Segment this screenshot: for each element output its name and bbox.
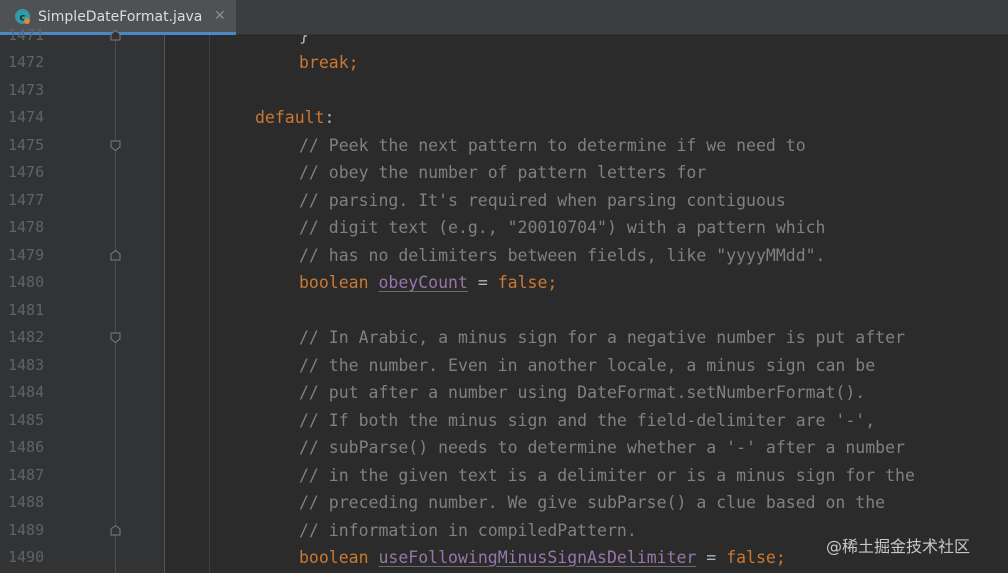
- code-line: default:: [255, 104, 334, 132]
- code-comment: // obey the number of pattern letters fo…: [299, 163, 707, 182]
- code-text: =: [696, 548, 727, 567]
- code-comment: // put after a number using DateFormat.s…: [299, 383, 866, 402]
- line-number: 1488: [8, 493, 45, 511]
- code-line: // put after a number using DateFormat.s…: [299, 379, 865, 407]
- code-line: boolean obeyCount = false;: [299, 269, 557, 297]
- code-keyword: ;: [348, 53, 359, 72]
- code-line: // Peek the next pattern to determine if…: [299, 132, 806, 160]
- code-line: // the number. Even in another locale, a…: [299, 352, 875, 380]
- line-number: 1489: [8, 520, 45, 539]
- code-identifier[interactable]: obeyCount: [378, 273, 467, 292]
- code-keyword: boolean: [299, 273, 379, 292]
- code-comment: // subParse() needs to determine whether…: [299, 438, 905, 457]
- line-number: 1471: [8, 25, 45, 44]
- code-editor[interactable]: } break; default: // Peek the next pattern …: [165, 35, 1008, 573]
- code-keyword: break: [299, 53, 349, 72]
- line-number: 1484: [8, 383, 45, 401]
- line-number: 1485: [8, 410, 45, 429]
- fold-marker-icon[interactable]: [110, 524, 121, 536]
- fold-marker-icon[interactable]: [110, 29, 121, 41]
- code-line: // in the given text is a delimiter or i…: [299, 462, 915, 490]
- close-icon[interactable]: ✕: [214, 8, 226, 24]
- code-line: // parsing. It's required when parsing c…: [299, 187, 786, 215]
- code-line: // preceding number. We give subParse() …: [299, 489, 885, 517]
- line-number: 1486: [8, 438, 45, 456]
- fold-marker-icon[interactable]: [110, 249, 121, 261]
- code-line: // subParse() needs to determine whether…: [299, 434, 905, 462]
- code-line: // digit text (e.g., "20010704") with a …: [299, 214, 826, 242]
- code-line: // In Arabic, a minus sign for a negativ…: [299, 324, 905, 352]
- code-comment: // Peek the next pattern to determine if…: [299, 135, 806, 155]
- code-comment: // in the given text is a delimiter or i…: [299, 465, 915, 485]
- line-number: 1481: [8, 300, 45, 319]
- line-number: 1472: [8, 53, 45, 71]
- code-text: =: [467, 273, 498, 292]
- fold-marker-icon[interactable]: [110, 332, 121, 343]
- code-comment: // has no delimiters between fields, lik…: [299, 245, 826, 265]
- editor-tab-bar: c SimpleDateFormat.java ✕: [0, 0, 1008, 35]
- code-keyword: false: [497, 273, 548, 292]
- line-number: 1475: [8, 135, 45, 154]
- code-comment: // information in compiledPattern.: [299, 520, 637, 540]
- code-keyword: ;: [547, 273, 558, 292]
- line-number: 1477: [8, 190, 45, 209]
- code-line: break;: [299, 49, 359, 77]
- code-comment: // preceding number. We give subParse() …: [299, 493, 886, 512]
- code-line: // has no delimiters between fields, lik…: [299, 242, 826, 270]
- line-number: 1473: [8, 80, 45, 99]
- code-comment: // the number. Even in another locale, a…: [299, 355, 876, 375]
- code-keyword: boolean: [299, 548, 379, 567]
- line-number: 1478: [8, 218, 45, 236]
- line-number: 1490: [8, 548, 45, 566]
- code-comment: // parsing. It's required when parsing c…: [299, 190, 786, 210]
- fold-marker-icon[interactable]: [110, 140, 121, 151]
- line-number: 1479: [8, 245, 45, 264]
- code-comment: // In Arabic, a minus sign for a negativ…: [299, 328, 905, 347]
- line-number: 1483: [8, 355, 45, 374]
- line-number: 1482: [8, 328, 45, 346]
- line-number: 1474: [8, 108, 45, 126]
- code-text: :: [324, 108, 335, 127]
- line-number: 1487: [8, 465, 45, 484]
- code-line: // information in compiledPattern.: [299, 517, 637, 545]
- code-comment: // If both the minus sign and the field-…: [299, 410, 876, 430]
- watermark: @稀土掘金技术社区: [826, 537, 971, 556]
- code-text: }: [299, 35, 309, 45]
- code-line: boolean useFollowingMinusSignAsDelimiter…: [299, 544, 786, 572]
- code-comment: // digit text (e.g., "20010704") with a …: [299, 218, 826, 237]
- code-keyword: ;: [775, 548, 786, 567]
- tab-label: SimpleDateFormat.java: [38, 9, 203, 25]
- line-number: 1476: [8, 163, 45, 181]
- fold-guide: [115, 35, 116, 573]
- line-number: 1480: [8, 273, 45, 291]
- code-identifier[interactable]: useFollowingMinusSignAsDelimiter: [378, 548, 696, 567]
- code-keyword: default: [255, 108, 325, 127]
- code-keyword: false: [726, 548, 776, 567]
- code-line: // obey the number of pattern letters fo…: [299, 159, 706, 187]
- code-line: }: [299, 35, 309, 49]
- code-line: // If both the minus sign and the field-…: [299, 407, 875, 435]
